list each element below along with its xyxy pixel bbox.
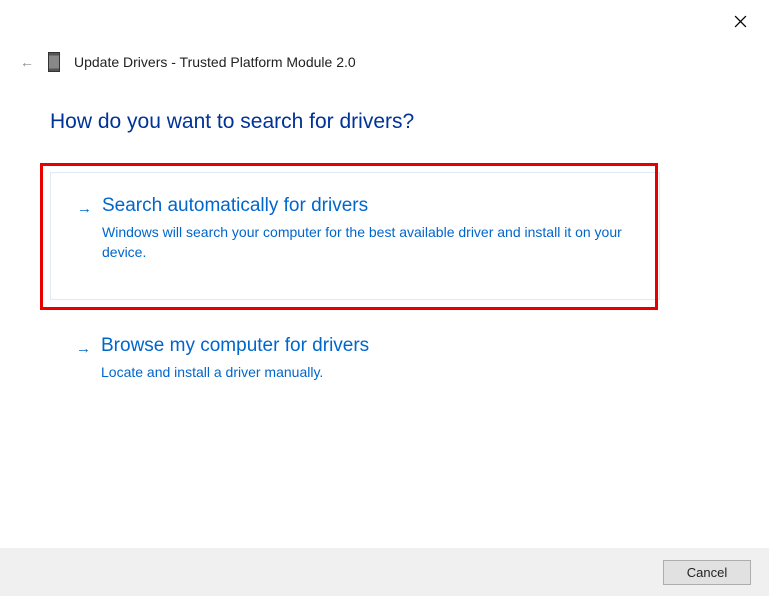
arrow-right-icon: →	[76, 340, 91, 357]
close-icon	[734, 15, 747, 28]
option-text: Browse my computer for drivers Locate an…	[101, 335, 634, 382]
option-description: Locate and install a driver manually.	[101, 362, 634, 382]
cancel-button[interactable]: Cancel	[663, 560, 751, 585]
option-text: Search automatically for drivers Windows…	[102, 195, 633, 263]
arrow-right-icon: →	[77, 200, 92, 217]
option-title: Search automatically for drivers	[102, 195, 633, 217]
option-browse-computer[interactable]: → Browse my computer for drivers Locate …	[50, 325, 660, 408]
option-title: Browse my computer for drivers	[101, 335, 634, 357]
window-title: Update Drivers - Trusted Platform Module…	[74, 54, 356, 70]
header: ← Update Drivers - Trusted Platform Modu…	[20, 52, 356, 72]
option-row: → Search automatically for drivers Windo…	[77, 195, 633, 263]
close-button[interactable]	[731, 12, 749, 30]
footer: Cancel	[0, 548, 769, 596]
option-row: → Browse my computer for drivers Locate …	[76, 335, 634, 382]
page-heading: How do you want to search for drivers?	[50, 110, 414, 134]
option-search-automatically[interactable]: → Search automatically for drivers Windo…	[50, 172, 660, 300]
option-description: Windows will search your computer for th…	[102, 222, 633, 263]
back-arrow-icon: ←	[20, 54, 34, 70]
device-icon	[48, 52, 60, 72]
